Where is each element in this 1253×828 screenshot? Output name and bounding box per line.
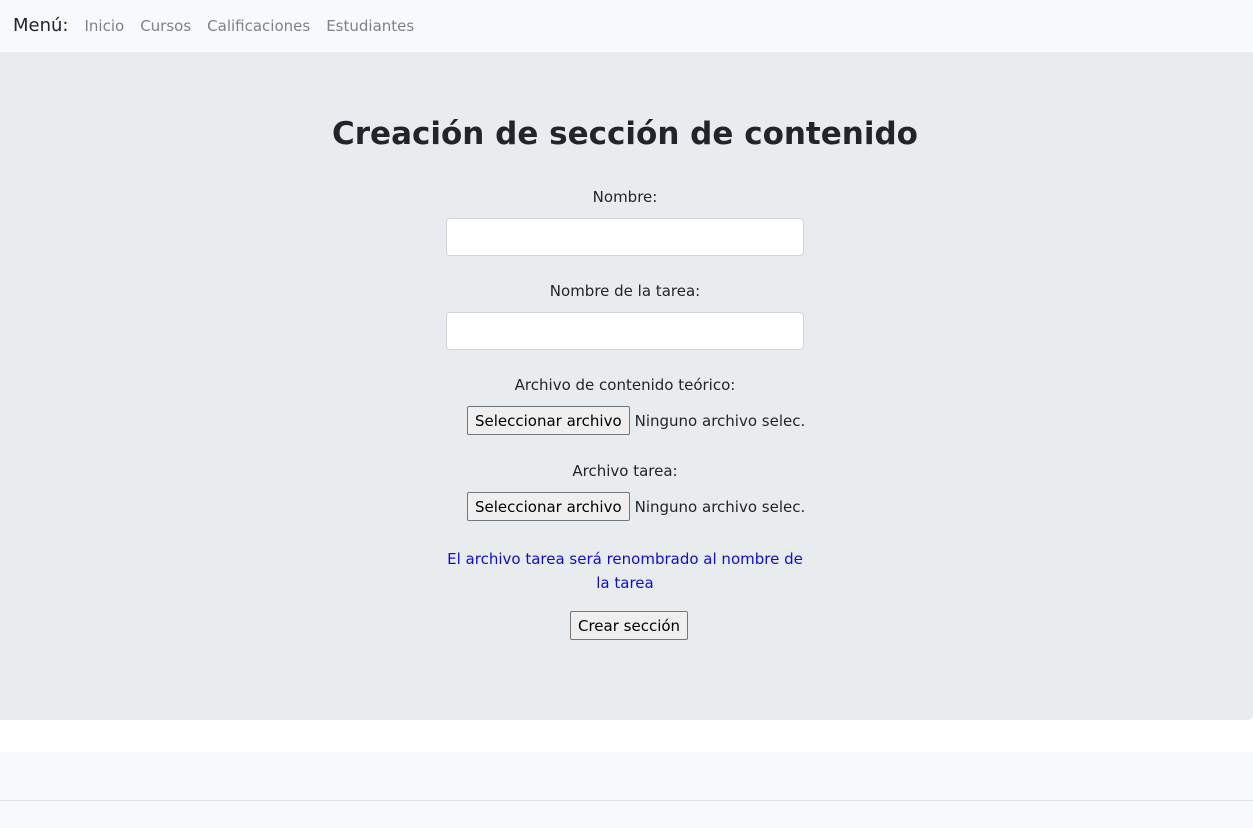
page-title: Creación de sección de contenido — [332, 116, 918, 152]
tarea-input[interactable] — [446, 312, 804, 350]
tarea-label: Nombre de la tarea: — [549, 282, 701, 300]
navbar-brand: Menú: — [13, 15, 69, 36]
crear-seccion-button[interactable]: Crear sección — [570, 611, 689, 640]
nombre-label: Nombre: — [592, 188, 658, 206]
nav-link-cursos[interactable]: Cursos — [140, 17, 191, 35]
navbar: Menú: Inicio Cursos Calificaciones Estud… — [0, 0, 1253, 51]
footer — [0, 752, 1253, 828]
nombre-input[interactable] — [446, 218, 804, 256]
nav-link-inicio[interactable]: Inicio — [85, 17, 125, 35]
archivo-tarea-label: Archivo tarea: — [572, 462, 678, 480]
nav-link-calificaciones[interactable]: Calificaciones — [207, 17, 310, 35]
archivo-tarea-status: Ninguno archivo selec. — [634, 497, 806, 516]
archivo-tarea-file-input: Seleccionar archivo Ninguno archivo sele… — [467, 492, 805, 521]
rename-note: El archivo tarea será renombrado al nomb… — [447, 550, 803, 592]
nav-link-estudiantes[interactable]: Estudiantes — [326, 17, 414, 35]
archivo-teorico-select-button[interactable]: Seleccionar archivo — [467, 406, 630, 435]
archivo-tarea-select-button[interactable]: Seleccionar archivo — [467, 492, 630, 521]
footer-divider — [0, 800, 1253, 801]
archivo-teorico-label: Archivo de contenido teórico: — [514, 376, 736, 394]
archivo-teorico-status: Ninguno archivo selec. — [634, 411, 806, 430]
archivo-teorico-file-input: Seleccionar archivo Ninguno archivo sele… — [467, 406, 805, 435]
